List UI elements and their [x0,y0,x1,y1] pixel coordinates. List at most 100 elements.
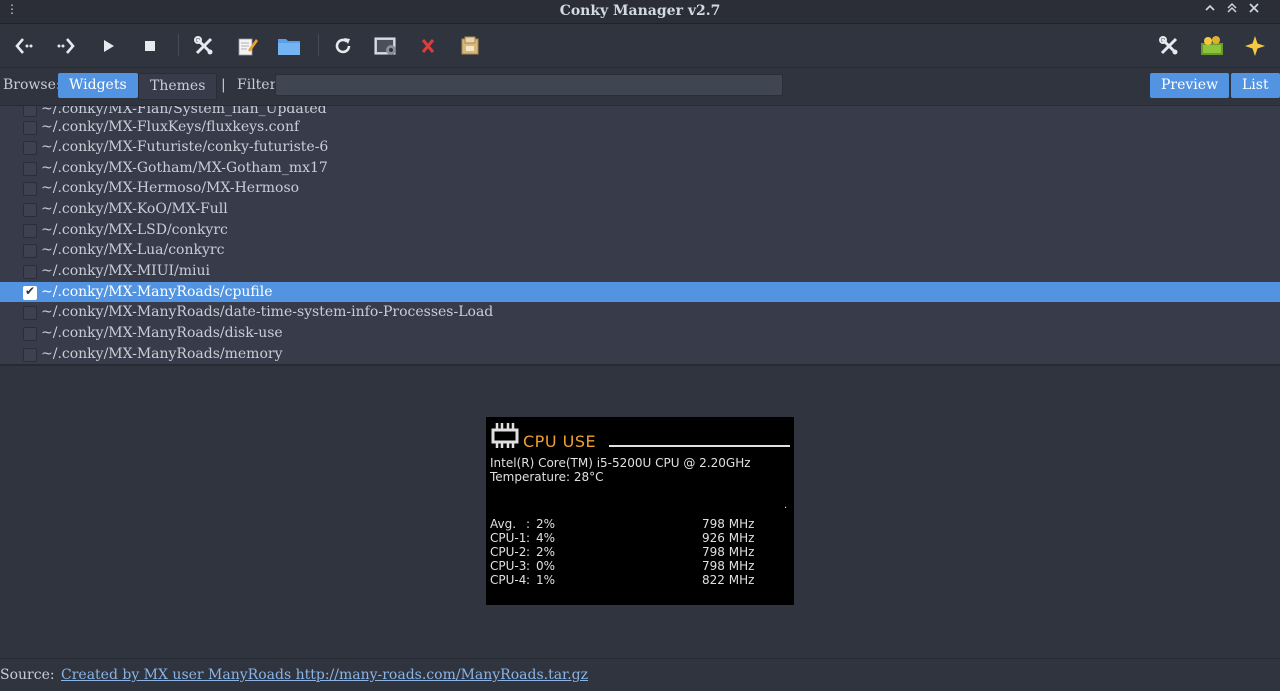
item-checkbox[interactable] [23,141,37,155]
item-checkbox[interactable] [23,162,37,176]
item-checkbox-checked[interactable]: ✔ [23,284,37,300]
star-icon[interactable] [1241,32,1269,60]
list-item[interactable]: ~/.conky/MX-KoO/MX-Full [0,199,1280,219]
item-checkbox[interactable] [23,265,37,279]
forward-icon[interactable] [52,32,80,60]
toolbar-separator [178,34,179,56]
list-item[interactable]: ~/.conky/MX-FluxKeys/fluxkeys.conf [0,117,1280,137]
item-checkbox[interactable] [23,224,37,238]
stray-dot: . [784,500,788,511]
item-path: ~/.conky/MX-ManyRoads/cpufile [41,284,273,300]
heading-rule [609,445,790,447]
back-icon[interactable] [10,32,38,60]
settings-icon[interactable] [372,32,400,60]
archive-icon[interactable] [456,32,484,60]
main-toolbar [0,24,1280,68]
edit-icon[interactable] [233,32,261,60]
cpu-row-pct: 2% [536,517,556,531]
conky-preview-image: CPU USE Intel(R) Core(TM) i5-5200U CPU @… [486,417,794,605]
item-path: ~/.conky/MX-KoO/MX-Full [41,201,228,217]
cpu-name: Intel(R) Core(TM) i5-5200U CPU @ 2.20GHz [490,456,751,470]
item-checkbox[interactable] [23,327,37,341]
cpu-row-name: CPU-3 [490,559,527,573]
widget-list[interactable]: ~/.conky/MX-Fian/System_fian_Updated ~/.… [0,106,1280,366]
item-path: ~/.conky/MX-MIUI/miui [41,263,210,279]
item-path: ~/.conky/MX-ManyRoads/disk-use [41,325,283,341]
play-icon[interactable] [94,32,122,60]
source-link[interactable]: Created by MX user ManyRoads http://many… [61,667,588,683]
list-item[interactable]: ~/.conky/MX-Gotham/MX-Gotham_mx17 [0,158,1280,178]
close-icon[interactable] [1245,2,1263,18]
item-path: ~/.conky/MX-Hermoso/MX-Hermoso [41,180,300,196]
cpu-row-name: CPU-2 [490,545,527,559]
list-button[interactable]: List [1231,73,1280,98]
tools-icon[interactable] [190,32,218,60]
item-checkbox[interactable] [23,306,37,320]
widgets-tab[interactable]: Widgets [58,73,138,98]
item-path: ~/.conky/MX-LSD/conkyrc [41,222,228,238]
cpu-row-freq: 926 MHz [702,531,755,545]
list-item-selected[interactable]: ✔ ~/.conky/MX-ManyRoads/cpufile [0,282,1280,302]
toolbar-separator [318,34,319,56]
stop-icon[interactable] [136,32,164,60]
cpu-row: CPU-3 : 0% 798 MHz [490,559,790,573]
list-item[interactable]: ~/.conky/MX-Futuriste/conky-futuriste-6 [0,137,1280,157]
cpu-row: CPU-1 : 4% 926 MHz [490,531,790,545]
item-path: ~/.conky/MX-Futuriste/conky-futuriste-6 [41,139,329,155]
cpu-row-sep: : [526,531,531,545]
cpu-row-pct: 2% [536,545,556,559]
item-checkbox[interactable] [23,182,37,196]
tools-icon[interactable] [1155,32,1183,60]
checkmark-icon: ✔ [25,284,36,298]
themes-tab[interactable]: Themes [138,73,218,100]
item-checkbox[interactable] [23,244,37,258]
item-path: ~/.conky/MX-Lua/conkyrc [41,242,225,258]
preview-button[interactable]: Preview [1150,73,1230,98]
cpu-row: CPU-2 : 2% 798 MHz [490,545,790,559]
filter-label: Filter [237,77,277,93]
cpu-row-pct: 4% [536,531,556,545]
cpu-row-name: CPU-4 [490,573,527,587]
list-item[interactable]: ~/.conky/MX-ManyRoads/disk-use [0,323,1280,343]
list-item[interactable]: ~/.conky/MX-Lua/conkyrc [0,240,1280,260]
list-item[interactable]: ~/.conky/MX-MIUI/miui [0,261,1280,281]
list-item[interactable]: ~/.conky/MX-ManyRoads/memory [0,344,1280,364]
cpu-row-pct: 1% [536,573,556,587]
cpu-row: CPU-4 : 1% 822 MHz [490,573,790,587]
refresh-icon[interactable] [329,32,357,60]
cpu-row-name: CPU-1 [490,531,527,545]
cash-icon[interactable] [1198,32,1226,60]
item-checkbox[interactable] [23,348,37,362]
item-path: ~/.conky/MX-FluxKeys/fluxkeys.conf [41,119,300,135]
cpu-row-sep: : [526,545,531,559]
cpu-row-freq: 822 MHz [702,573,755,587]
source-bar: Source: Created by MX user ManyRoads htt… [0,658,1280,691]
list-item[interactable]: ~/.conky/MX-LSD/conkyrc [0,220,1280,240]
item-path: ~/.conky/MX-ManyRoads/date-time-system-i… [41,304,494,320]
delete-icon[interactable] [414,32,442,60]
item-path: ~/.conky/MX-ManyRoads/memory [41,346,283,362]
conky-heading: CPU USE [523,432,597,451]
cpu-row-freq: 798 MHz [702,517,755,531]
minimize-icon[interactable] [1201,2,1219,18]
title-bar: ⋮ Conky Manager v2.7 [0,0,1280,24]
maximize-icon[interactable] [1223,2,1241,18]
cpu-chip-icon [490,421,520,452]
cpu-row-sep: : [526,573,531,587]
list-item[interactable]: ~/.conky/MX-Hermoso/MX-Hermoso [0,178,1280,198]
browse-bar: Browse: Widgets Themes | Filter Preview … [0,68,1280,106]
filter-input[interactable] [275,74,783,96]
cpu-row-sep: : [526,559,531,573]
cpu-row-freq: 798 MHz [702,559,755,573]
item-checkbox[interactable] [23,203,37,217]
item-checkbox[interactable] [23,121,37,135]
item-path: ~/.conky/MX-Gotham/MX-Gotham_mx17 [41,160,328,176]
window-title: Conky Manager v2.7 [559,3,721,19]
preview-area: CPU USE Intel(R) Core(TM) i5-5200U CPU @… [0,366,1280,658]
list-item[interactable]: ~/.conky/MX-ManyRoads/date-time-system-i… [0,302,1280,322]
folder-icon[interactable] [275,32,303,60]
source-label: Source: [0,667,55,683]
browse-separator: | [221,77,226,93]
item-checkbox[interactable] [23,106,37,117]
cpu-row-sep: : [526,517,531,531]
